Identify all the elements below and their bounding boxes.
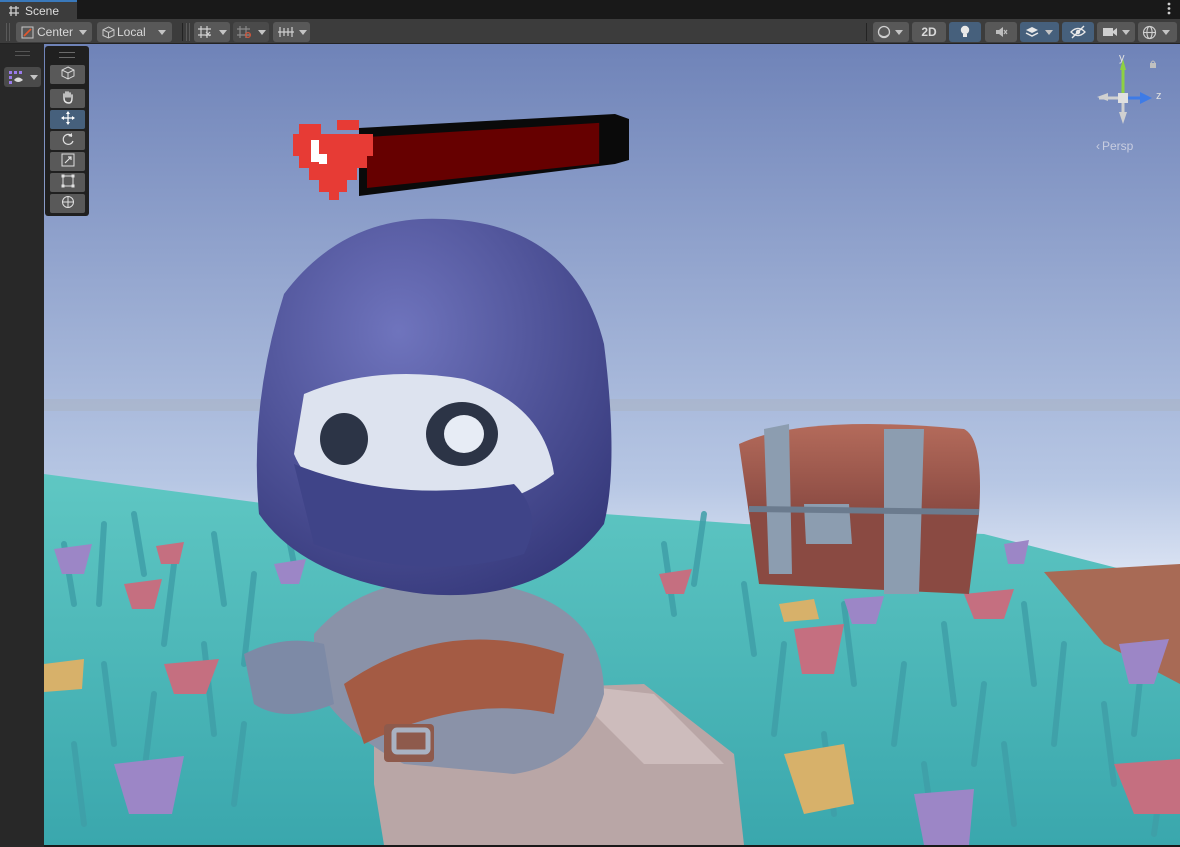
increment-snapping-toggle[interactable] [233,22,269,42]
ruler-grid-icon [277,25,295,39]
hand-tool-button[interactable] [50,89,85,108]
scene-toolbar: Center Local 2D [0,19,1180,44]
pivot-mode-label: Center [37,25,74,39]
hand-icon [61,90,75,107]
scene-visibility-toggle[interactable] [1062,22,1094,42]
draw-mode-dropdown[interactable] [873,22,909,42]
transform-tool-button[interactable] [50,194,85,213]
toolbar-grip[interactable] [186,23,190,41]
gizmo-z-axis [1140,92,1152,104]
overlays-menu-button[interactable] [4,67,41,87]
camera-settings-dropdown[interactable] [1097,22,1135,42]
scene-viewport[interactable]: y z ‹ Persp [44,44,1180,845]
rect-tool-button[interactable] [50,173,85,192]
tab-scene-label: Scene [25,3,60,18]
chevron-down-icon [79,29,88,35]
shading-sphere-icon [877,25,891,39]
chevron-down-icon [299,29,307,35]
lighting-toggle[interactable] [949,22,981,42]
layers-icon [1024,25,1040,39]
grid-icon [8,5,20,17]
tab-scene[interactable]: Scene [0,0,77,19]
chevron-down-icon [157,29,166,35]
move-icon [60,111,75,128]
tools-overlay [45,46,89,216]
pivot-rotation-dropdown[interactable]: Local [97,22,172,42]
rotate-tool-button[interactable] [50,131,85,150]
lightbulb-icon [959,25,971,39]
gizmo-y-label: y [1119,52,1125,64]
camera-icon [1102,26,1118,38]
chevron-down-icon [1045,29,1053,35]
more-options-icon[interactable] [1167,2,1171,17]
rect-icon [61,174,75,191]
grid-visibility-toggle[interactable] [273,22,310,42]
pivot-mode-dropdown[interactable]: Center [16,22,92,42]
rotate-icon [61,132,75,149]
tools-overlay-handle[interactable] [59,52,75,58]
transform-icon [61,195,75,212]
pivot-icon [21,26,34,39]
grid-snapping-toggle[interactable] [194,22,230,42]
scale-tool-button[interactable] [50,152,85,171]
tab-strip: Scene [0,0,1180,19]
mode-2d-label: 2D [921,25,937,39]
gizmos-dropdown[interactable] [1138,22,1177,42]
cube-icon [61,66,75,83]
local-cube-icon [102,25,115,39]
overlay-side-strip [0,44,44,847]
view-tool-button[interactable] [50,65,85,84]
gizmo-globe-icon [1142,25,1157,40]
move-tool-button[interactable] [50,110,85,129]
camera-projection-label: Persp [1102,139,1134,153]
pivot-rotation-label: Local [117,25,146,39]
health-bar [289,100,629,205]
mode-2d-toggle[interactable]: 2D [912,22,946,42]
grid-snap-icon [197,25,213,39]
orientation-gizmo[interactable]: y z [1094,52,1172,136]
camera-projection-toggle[interactable]: ‹ Persp [1096,139,1133,153]
toolbar-grip[interactable] [6,23,10,41]
chevron-down-icon [1122,29,1130,35]
chevron-down-icon [258,29,266,35]
speaker-muted-icon [994,25,1008,39]
eye-hidden-icon [1070,25,1086,39]
chevron-left-icon: ‹ [1096,139,1100,153]
chevron-down-icon [219,29,227,35]
strip-handle[interactable] [15,51,30,56]
overlay-grid-eye-icon [8,70,24,84]
snap-increment-icon [236,25,252,39]
scale-icon [61,153,75,170]
chevron-down-icon [895,29,903,35]
gizmo-z-label: z [1156,90,1162,102]
audio-toggle[interactable] [985,22,1017,42]
chevron-down-icon [1162,29,1170,35]
chevron-down-icon [30,74,38,80]
effects-dropdown[interactable] [1020,22,1059,42]
heart-icon [289,110,384,205]
